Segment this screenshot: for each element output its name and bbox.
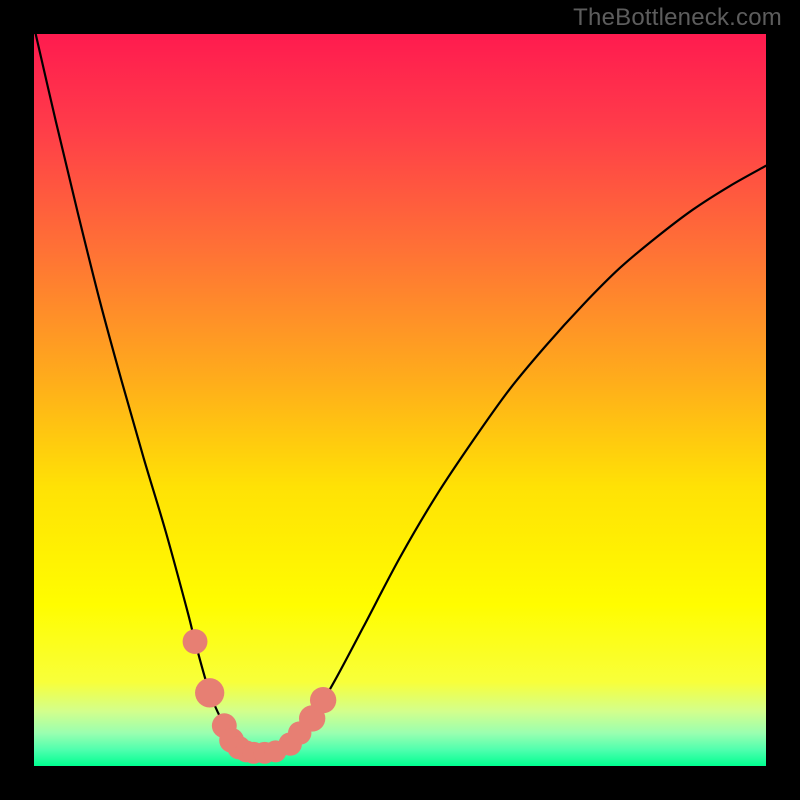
data-marker [183,629,208,654]
data-marker [195,678,224,707]
plot-area [34,34,766,766]
watermark-text: TheBottleneck.com [573,4,782,32]
data-marker [310,687,336,713]
gradient-background [34,34,766,766]
chart-frame: TheBottleneck.com [0,0,800,800]
plot-svg [34,34,766,766]
